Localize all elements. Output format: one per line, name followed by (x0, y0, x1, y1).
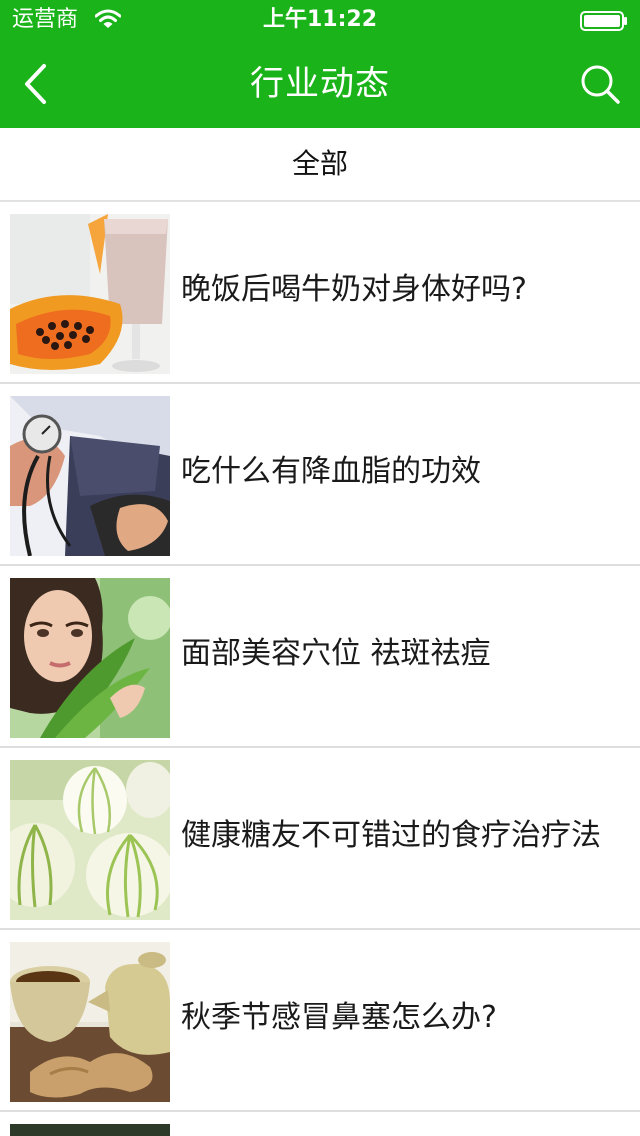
article-title: 吃什么有降血脂的功效 (181, 454, 481, 489)
papaya-milkshake-image (10, 214, 170, 374)
article-thumbnail (10, 396, 170, 556)
article-thumbnail (10, 760, 170, 920)
article-thumbnail (10, 942, 170, 1102)
page-title: 行业动态 (250, 64, 390, 104)
list-item[interactable]: 健康糖友不可错过的食疗治疗法 (0, 748, 640, 930)
category-tabs: 全部 (0, 128, 640, 202)
list-item[interactable]: 晚饭后喝牛奶对身体好吗? (0, 202, 640, 384)
next-item-thumbnail-partial (10, 1124, 170, 1136)
article-list: 晚饭后喝牛奶对身体好吗? 吃什么有降血脂的功效 面部美容穴位 祛斑祛痘 健康糖友… (0, 202, 640, 1112)
status-bar: 运营商 上午11:22 (0, 0, 640, 40)
ginger-tea-image (10, 942, 170, 1102)
article-title: 晚饭后喝牛奶对身体好吗? (181, 272, 527, 307)
article-title: 面部美容穴位 祛斑祛痘 (181, 636, 491, 671)
article-thumbnail (10, 578, 170, 738)
list-item[interactable]: 秋季节感冒鼻塞怎么办? (0, 930, 640, 1112)
onions-image (10, 760, 170, 920)
status-time: 上午11:22 (262, 7, 378, 32)
article-title: 健康糖友不可错过的食疗治疗法 (181, 818, 601, 853)
blood-pressure-image (10, 396, 170, 556)
article-thumbnail (10, 214, 170, 374)
list-item[interactable]: 面部美容穴位 祛斑祛痘 (0, 566, 640, 748)
battery-icon (580, 11, 627, 31)
list-item[interactable]: 吃什么有降血脂的功效 (0, 384, 640, 566)
article-title: 秋季节感冒鼻塞怎么办? (181, 1000, 497, 1035)
nav-bar: 行业动态 (0, 40, 640, 128)
woman-leaves-image (10, 578, 170, 738)
tab-all[interactable]: 全部 (0, 146, 640, 182)
search-icon[interactable] (578, 62, 622, 106)
